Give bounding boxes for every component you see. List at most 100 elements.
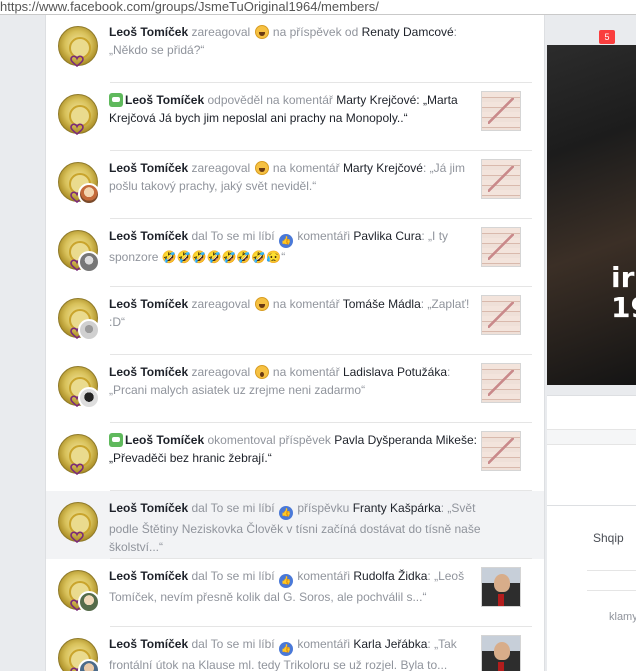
commenter-avatar[interactable] xyxy=(78,183,100,205)
activity-text: Leoš Tomíček okomentoval příspěvek Pavla… xyxy=(109,431,481,467)
activity-item[interactable]: Leoš Tomíček dal To se mi líbí 👍 komentá… xyxy=(46,627,544,671)
activity-target-type: komentáři xyxy=(297,637,351,651)
object-owner-link[interactable]: Ladislava Potužáka xyxy=(343,365,447,379)
activity-item[interactable]: Leoš Tomíček dal To se mi líbí 👍 komentá… xyxy=(46,219,544,287)
commenter-avatar[interactable] xyxy=(78,251,100,273)
actor-name-link[interactable]: Leoš Tomíček xyxy=(109,501,188,515)
post-thumbnail[interactable] xyxy=(481,159,521,199)
object-owner-link[interactable]: Pavlika Cura xyxy=(353,229,421,243)
actor-name-link[interactable]: Leoš Tomíček xyxy=(109,637,188,651)
activity-text: Leoš Tomíček dal To se mi líbí 👍 komentá… xyxy=(109,567,481,606)
cover-banner: 5 iru 19 xyxy=(547,30,636,385)
activity-item[interactable]: Leoš Tomíček dal To se mi líbí 👍 příspěv… xyxy=(46,491,544,559)
post-thumbnail[interactable] xyxy=(481,363,521,403)
activity-item[interactable]: Leoš Tomíček zareagoval na komentář Mart… xyxy=(46,151,544,219)
activity-verb: dal To se mi líbí xyxy=(191,637,275,651)
haha-reaction-icon xyxy=(254,161,269,175)
activity-log-panel: Leoš Tomíček zareagoval na příspěvek od … xyxy=(45,15,545,671)
object-owner-link[interactable]: Tomáše Mádla xyxy=(343,297,421,311)
object-owner-link[interactable]: Renaty Damcové xyxy=(362,25,454,39)
activity-verb: dal To se mi líbí xyxy=(191,569,275,583)
actor-name-link[interactable]: Leoš Tomíček xyxy=(109,229,188,243)
activity-target-type: na komentář xyxy=(272,297,340,311)
like-icon: 👍 xyxy=(278,506,293,520)
like-icon: 👍 xyxy=(278,642,293,656)
comment-icon xyxy=(109,433,123,447)
avatar-frame-heart-icon xyxy=(70,123,84,135)
commenter-avatar[interactable] xyxy=(78,591,100,613)
notification-badge[interactable]: 5 xyxy=(599,30,615,44)
left-gutter xyxy=(0,15,45,671)
activity-item[interactable]: Leoš Tomíček odpověděl na komentář Marty… xyxy=(46,83,544,151)
activity-target-type: na komentář xyxy=(272,161,340,175)
activity-verb: odpověděl na komentář xyxy=(207,93,333,107)
post-thumbnail[interactable] xyxy=(481,635,521,671)
comment-icon xyxy=(109,93,123,107)
activity-text: Leoš Tomíček dal To se mi líbí 👍 komentá… xyxy=(109,635,481,671)
right-divider-2 xyxy=(587,590,636,591)
activity-target-type: na komentář xyxy=(272,365,340,379)
haha-reaction-icon xyxy=(254,297,269,311)
activity-target-type: komentáři xyxy=(297,569,351,583)
activity-text: Leoš Tomíček dal To se mi líbí 👍 komentá… xyxy=(109,227,481,266)
actor-name-link[interactable]: Leoš Tomíček xyxy=(125,93,204,107)
object-owner-link[interactable]: Marty Krejčové xyxy=(336,93,416,107)
browser-url-text[interactable]: https://www.facebook.com/groups/JsmeTuOr… xyxy=(0,0,379,13)
avatar-frame-heart-icon xyxy=(70,55,84,67)
activity-item[interactable]: Leoš Tomíček zareagoval na komentář Ladi… xyxy=(46,355,544,423)
post-thumbnail[interactable] xyxy=(481,227,521,267)
browser-url-bar[interactable]: https://www.facebook.com/groups/JsmeTuOr… xyxy=(0,0,636,15)
avatar-frame-heart-icon xyxy=(70,463,84,475)
object-owner-link[interactable]: Pavla Dyšperanda Mikeše xyxy=(334,433,473,447)
activity-verb: zareagoval xyxy=(191,365,251,379)
haha-reaction-icon xyxy=(254,25,269,39)
banner-text: iru 19 xyxy=(611,261,636,324)
right-divider xyxy=(587,570,636,571)
activity-text: Leoš Tomíček odpověděl na komentář Marty… xyxy=(109,91,481,127)
object-owner-link[interactable]: Franty Kašpárka xyxy=(353,501,441,515)
activity-verb: zareagoval xyxy=(191,297,251,311)
right-card xyxy=(547,395,636,505)
actor-name-link[interactable]: Leoš Tomíček xyxy=(109,569,188,583)
object-owner-link[interactable]: Rudolfa Židka xyxy=(353,569,427,583)
activity-text: Leoš Tomíček zareagoval na komentář Tomá… xyxy=(109,295,481,331)
activity-item[interactable]: Leoš Tomíček okomentoval příspěvek Pavla… xyxy=(46,423,544,491)
avatar-frame-heart-icon xyxy=(70,531,84,543)
object-owner-link[interactable]: Karla Jeřábka xyxy=(353,637,427,651)
activity-text: Leoš Tomíček zareagoval na komentář Mart… xyxy=(109,159,481,195)
actor-name-link[interactable]: Leoš Tomíček xyxy=(109,161,188,175)
activity-text: Leoš Tomíček zareagoval na příspěvek od … xyxy=(109,23,481,59)
like-icon: 👍 xyxy=(278,234,293,248)
post-thumbnail[interactable] xyxy=(481,431,521,471)
actor-name-link[interactable]: Leoš Tomíček xyxy=(109,25,188,39)
activity-verb: zareagoval xyxy=(191,161,251,175)
activity-item[interactable]: Leoš Tomíček zareagoval na příspěvek od … xyxy=(46,15,544,83)
activity-verb: okomentoval příspěvek xyxy=(207,433,331,447)
actor-name-link[interactable]: Leoš Tomíček xyxy=(125,433,204,447)
activity-target-type: příspěvku xyxy=(297,501,350,515)
object-owner-link[interactable]: Marty Krejčové xyxy=(343,161,423,175)
like-icon: 👍 xyxy=(278,574,293,588)
commenter-avatar[interactable] xyxy=(78,319,100,341)
activity-item[interactable]: Leoš Tomíček zareagoval na komentář Tomá… xyxy=(46,287,544,355)
activity-verb: dal To se mi líbí xyxy=(191,229,275,243)
right-label-top[interactable]: Shqip xyxy=(593,531,624,545)
activity-verb: dal To se mi líbí xyxy=(191,501,275,515)
post-thumbnail[interactable] xyxy=(481,295,521,335)
actor-name-link[interactable]: Leoš Tomíček xyxy=(109,297,188,311)
activity-text: Leoš Tomíček dal To se mi líbí 👍 příspěv… xyxy=(109,499,481,556)
activity-item[interactable]: Leoš Tomíček dal To se mi líbí 👍 komentá… xyxy=(46,559,544,627)
activity-text: Leoš Tomíček zareagoval na komentář Ladi… xyxy=(109,363,481,399)
activity-target-type: na příspěvek od xyxy=(272,25,359,39)
post-thumbnail[interactable] xyxy=(481,567,521,607)
right-label-bottom[interactable]: klamy xyxy=(609,611,636,623)
activity-target-type: komentáři xyxy=(297,229,351,243)
commenter-avatar[interactable] xyxy=(78,387,100,409)
wow-reaction-icon xyxy=(254,365,269,379)
right-column: 5 iru 19 Shqip klamy xyxy=(547,15,636,671)
activity-verb: zareagoval xyxy=(191,25,251,39)
right-card-2 xyxy=(547,505,636,671)
post-thumbnail[interactable] xyxy=(481,91,521,131)
actor-name-link[interactable]: Leoš Tomíček xyxy=(109,365,188,379)
right-strip xyxy=(547,429,636,445)
